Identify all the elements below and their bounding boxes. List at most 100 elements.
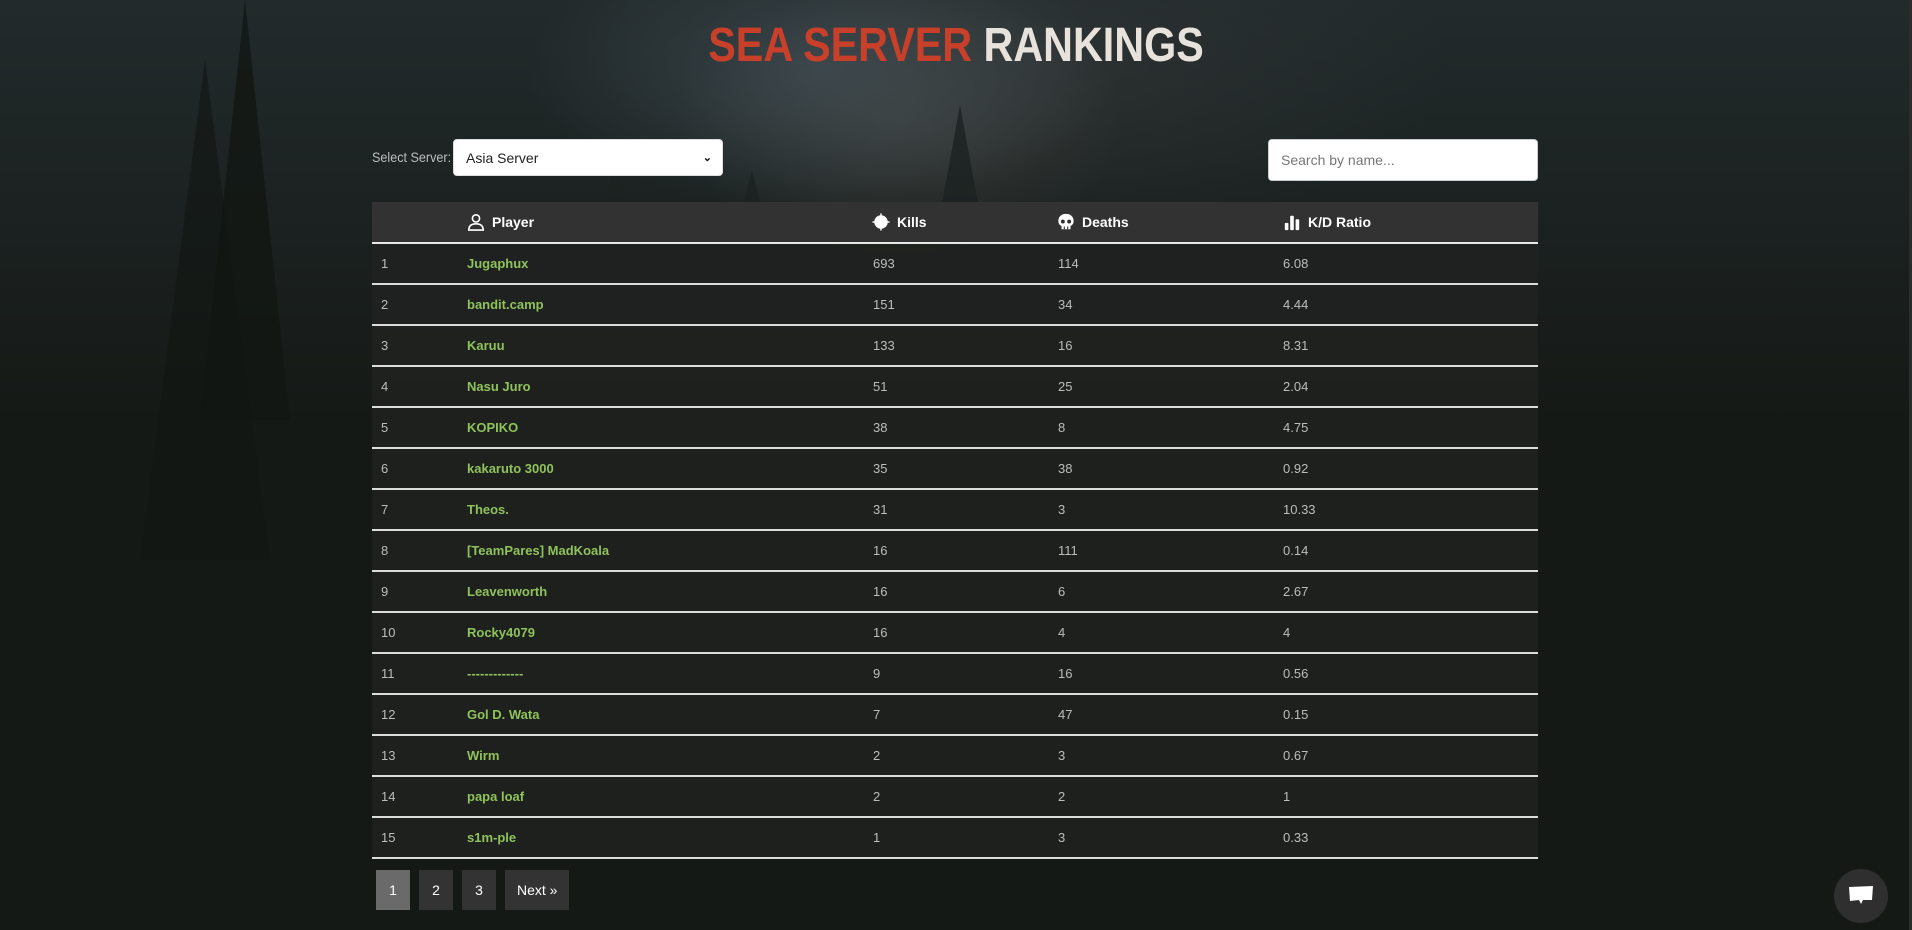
kills-cell: 1 (873, 830, 881, 845)
rank-cell: 8 (381, 543, 389, 558)
kd-ratio-cell: 4 (1283, 625, 1291, 640)
crosshairs-icon (872, 213, 890, 231)
player-name-link[interactable]: Theos. (467, 490, 509, 529)
kills-cell: 7 (873, 707, 881, 722)
player-name-link[interactable]: kakaruto 3000 (467, 449, 554, 488)
deaths-cell: 3 (1058, 748, 1066, 763)
kd-ratio-cell: 2.04 (1283, 379, 1309, 394)
page-title-main: RANKINGS (983, 19, 1204, 72)
deaths-cell: 4 (1058, 625, 1066, 640)
page-button-3[interactable]: 3 (462, 870, 496, 910)
page-button-1[interactable]: 1 (376, 870, 410, 910)
table-row: 4 Nasu Juro 51 25 2.04 (372, 367, 1538, 408)
table-row: 14 papa loaf 2 2 1 (372, 777, 1538, 818)
kd-ratio-cell: 4.75 (1283, 420, 1309, 435)
table-row: 5 KOPIKO 38 8 4.75 (372, 408, 1538, 449)
player-name-link[interactable]: Rocky4079 (467, 613, 535, 652)
rank-cell: 10 (381, 625, 396, 640)
kd-ratio-cell: 6.08 (1283, 256, 1309, 271)
next-page-button[interactable]: Next » (505, 870, 570, 910)
deaths-cell: 111 (1058, 543, 1078, 558)
search-input[interactable] (1268, 139, 1538, 181)
kills-cell: 2 (873, 748, 881, 763)
kills-cell: 31 (873, 502, 888, 517)
kd-ratio-cell: 4.44 (1283, 297, 1309, 312)
player-name-link[interactable]: bandit.camp (467, 285, 544, 324)
kills-cell: 16 (873, 543, 888, 558)
deaths-cell: 114 (1058, 256, 1079, 271)
player-name-link[interactable]: papa loaf (467, 777, 524, 816)
column-header-player[interactable]: Player (467, 213, 534, 231)
column-header-player-label: Player (492, 214, 535, 230)
chart-bar-icon (1284, 215, 1300, 231)
kd-ratio-cell: 0.14 (1283, 543, 1309, 558)
rank-cell: 12 (381, 707, 396, 722)
table-row: 13 Wirm 2 3 0.67 (372, 736, 1538, 777)
page-title-accent: SEA SERVER (708, 19, 973, 72)
column-header-kd-ratio[interactable]: K/D Ratio (1283, 213, 1371, 231)
table-body: 1 Jugaphux 693 114 6.08 2 bandit.camp 151 34 4.44… (372, 244, 1538, 859)
select-server-label: Select Server: (372, 149, 452, 165)
player-name-link[interactable]: Leavenworth (467, 572, 547, 611)
deaths-cell: 16 (1058, 666, 1073, 681)
player-name-link[interactable]: Karuu (467, 326, 505, 365)
page-title: SEA SERVER RANKINGS (134, 18, 1778, 73)
column-header-deaths[interactable]: Deaths (1057, 213, 1129, 231)
kd-ratio-cell: 10.33 (1283, 502, 1316, 517)
player-name-link[interactable]: Wirm (467, 736, 499, 775)
rank-cell: 3 (381, 338, 389, 353)
player-name-link[interactable]: [TeamPares] MadKoala (467, 531, 609, 570)
rankings-table: Player Kills Deaths K/D Ratio 1 Jugaphux… (372, 202, 1538, 859)
server-select-value: Asia Server (466, 149, 539, 166)
kills-cell: 16 (873, 625, 888, 640)
deaths-cell: 25 (1058, 379, 1073, 394)
column-header-kills-label: Kills (897, 214, 927, 230)
player-name-link[interactable]: Nasu Juro (467, 367, 531, 406)
rank-cell: 9 (381, 584, 389, 599)
rank-cell: 2 (381, 297, 389, 312)
table-row: 1 Jugaphux 693 114 6.08 (372, 244, 1538, 285)
kd-ratio-cell: 0.15 (1283, 707, 1309, 722)
column-header-deaths-label: Deaths (1082, 214, 1129, 230)
chat-button[interactable] (1834, 869, 1888, 923)
kills-cell: 2 (873, 789, 881, 804)
server-select[interactable]: Asia Server ⌄ (453, 139, 723, 176)
player-name-link[interactable]: s1m-ple (467, 818, 516, 857)
rank-cell: 7 (381, 502, 389, 517)
deaths-cell: 3 (1058, 830, 1066, 845)
kd-ratio-cell: 1 (1283, 789, 1291, 804)
deaths-cell: 47 (1058, 707, 1073, 722)
deaths-cell: 16 (1058, 338, 1073, 353)
rank-cell: 5 (381, 420, 389, 435)
table-row: 12 Gol D. Wata 7 47 0.15 (372, 695, 1538, 736)
table-row: 15 s1m-ple 1 3 0.33 (372, 818, 1538, 859)
skull-icon (1058, 213, 1074, 230)
table-row: 9 Leavenworth 16 6 2.67 (372, 572, 1538, 613)
kills-cell: 9 (873, 666, 881, 681)
rank-cell: 4 (381, 379, 389, 394)
column-header-kills[interactable]: Kills (872, 213, 927, 231)
deaths-cell: 3 (1058, 502, 1066, 517)
table-row: 10 Rocky4079 16 4 4 (372, 613, 1538, 654)
player-name-link[interactable]: KOPIKO (467, 408, 518, 447)
kd-ratio-cell: 0.67 (1283, 748, 1309, 763)
table-row: 8 [TeamPares] MadKoala 16 111 0.14 (372, 531, 1538, 572)
rank-cell: 6 (381, 461, 389, 476)
deaths-cell: 38 (1058, 461, 1073, 476)
rank-cell: 15 (381, 830, 396, 845)
column-header-kd-label: K/D Ratio (1308, 214, 1371, 230)
kills-cell: 133 (873, 338, 895, 353)
kills-cell: 51 (873, 379, 888, 394)
kd-ratio-cell: 2.67 (1283, 584, 1309, 599)
chevron-down-icon: ⌄ (702, 152, 712, 164)
page-button-2[interactable]: 2 (419, 870, 453, 910)
kd-ratio-cell: 0.56 (1283, 666, 1309, 681)
rank-cell: 14 (381, 789, 396, 804)
player-name-link[interactable]: ------------- (467, 654, 523, 693)
player-name-link[interactable]: Jugaphux (467, 244, 528, 283)
rank-cell: 11 (381, 666, 395, 681)
player-name-link[interactable]: Gol D. Wata (467, 695, 539, 734)
table-header: Player Kills Deaths K/D Ratio (372, 202, 1538, 244)
kills-cell: 151 (873, 297, 895, 312)
kd-ratio-cell: 8.31 (1283, 338, 1309, 353)
